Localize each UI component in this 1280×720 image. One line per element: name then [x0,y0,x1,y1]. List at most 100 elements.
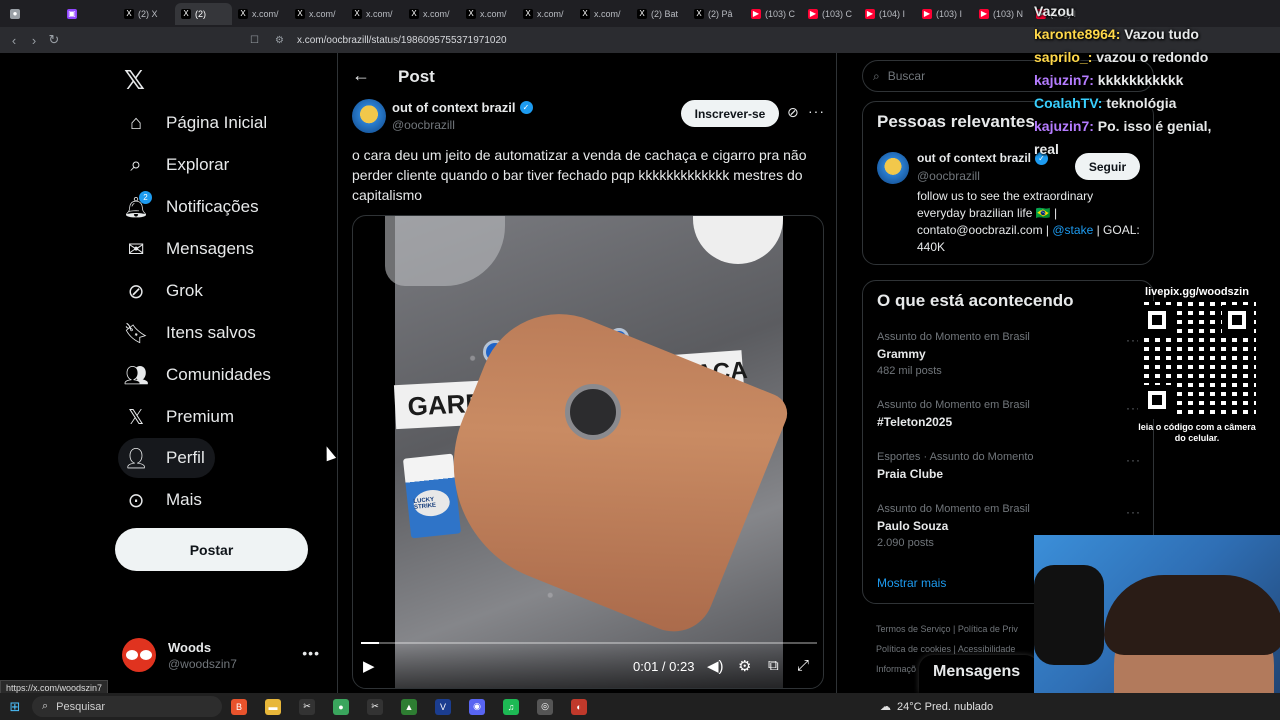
browser-tab[interactable]: Xx.com/ [517,3,574,25]
nav-item-mensagens[interactable]: ✉ Mensagens [118,229,264,269]
reload-icon[interactable]: ↻ [44,30,64,50]
account-switcher[interactable]: Woods @woodszin7 ••• [122,635,332,675]
author-handle[interactable]: @oocbrazill [392,118,533,132]
capcut-icon[interactable]: ✂ [290,693,324,720]
browser-tab[interactable]: Xx.com/ [346,3,403,25]
nav-item-itens-salvos[interactable]: 🔖︎ Itens salvos [118,313,266,353]
browser-tab[interactable]: Xx.com/ [574,3,631,25]
nav-item-premium[interactable]: 𝕏 Premium [118,397,244,437]
browser-tab[interactable]: Xx.com/ [289,3,346,25]
browser-tab[interactable]: X (2) Pâ [688,3,745,25]
trend-title: Paulo Souza [877,519,949,533]
nav-item-perfil[interactable]: 👤︎ Perfil [118,438,215,478]
browser-tab[interactable]: Xx.com/ [460,3,517,25]
browser-tab[interactable]: X (2) Bat [631,3,688,25]
messages-drawer[interactable]: Mensagens [919,655,1039,693]
browser-tab-label: x.com/ [423,8,450,19]
browser-tab-label: (104) I [879,8,906,19]
fullscreen-icon[interactable]: ⤢ [797,657,809,674]
steam-icon[interactable]: ◎ [528,693,562,720]
video-controls: ▶ 0:01 / 0:23 ◀) ⚙ ⧉ ⤢ [353,642,823,688]
chat-text: Vazou [1034,3,1075,19]
trend-item[interactable]: Assunto do Momento em Brasil Grammy 482 mi… [877,331,1141,377]
chrome-icon[interactable]: ● [324,693,358,720]
site-info-icon[interactable]: ⚙ [275,35,289,46]
browser-tab[interactable]: ▣ [61,3,118,25]
footer-link-line[interactable]: Termos de Serviço | Política de Priv [876,619,1056,639]
x-logo-icon[interactable]: 𝕏 [124,65,145,96]
capcut-icon[interactable]: ✂ [358,693,392,720]
picture-in-picture-icon[interactable]: ⧉ [768,657,779,674]
browser-tab[interactable]: ▶ (103) C [745,3,802,25]
relevant-bio: follow us to see the extraordinary every… [917,188,1145,256]
more-dots-icon[interactable]: ··· [1126,453,1141,467]
twitch-icon: ▣ [67,8,77,19]
obs-icon[interactable]: ◐ [562,693,596,720]
video-arm [417,290,794,644]
browser-tab[interactable]: X (2) [175,2,232,25]
account-name: Woods [168,639,212,655]
subscribe-button[interactable]: Inscrever-se [681,100,779,127]
grok-icon: ⊘ [127,280,145,303]
vegas-icon[interactable]: V [426,693,460,720]
nav-item-grok[interactable]: ⊘ Grok [118,271,213,311]
browser-tab[interactable]: X (2) X [118,3,175,25]
spotify-icon[interactable]: ♫ [494,693,528,720]
x-icon: X [295,8,305,19]
relevant-name[interactable]: out of context brazil [917,151,1031,165]
relevant-avatar[interactable] [877,152,909,184]
chat-username: saprilo_: [1034,49,1093,65]
settings-gear-icon[interactable]: ⚙ [738,657,751,675]
windows-start-icon[interactable]: ⊞ [0,693,30,720]
video-frame: GARRO CACHAÇA LUCKY STRIKE [385,216,794,688]
browser-tab[interactable]: ▶ (103) C [802,3,859,25]
back-arrow-icon[interactable]: ‹ [4,30,24,50]
discord-icon[interactable]: ◉ [460,693,494,720]
drive-icon[interactable]: ▲ [392,693,426,720]
volume-icon[interactable]: ◀) [707,657,724,675]
back-arrow-icon[interactable]: ← [352,65,370,86]
nav-item-mais[interactable]: ⊙ Mais [118,480,212,520]
taskbar-search[interactable]: ⌕ Pesquisar [32,696,222,717]
author-block[interactable]: out of context brazil ✓ @oocbrazill [392,100,533,132]
nav-item-explorar[interactable]: ⌕ Explorar [118,145,239,185]
trend-item[interactable]: Esportes · Assunto do Momento Praia Clube… [877,451,1141,481]
nav-item-label: Perfil [166,448,205,467]
trend-item[interactable]: Assunto do Momento em Brasil #Teleton2025… [877,399,1141,429]
video-pack-label: LUCKY STRIKE [412,488,451,518]
video-progress-bar[interactable] [361,642,817,644]
trend-category: Assunto do Momento em Brasil [877,503,1030,515]
nav-item-label: Mais [166,490,202,509]
brave-icon[interactable]: B [222,693,256,720]
browser-tab[interactable]: ● [4,3,61,25]
more-dots-icon[interactable]: ··· [1126,505,1141,519]
grok-icon[interactable]: ⊘ [787,104,799,121]
taskbar-weather[interactable]: ☁ 24°C Pred. nublado [880,693,993,720]
nav-item-comunidades[interactable]: 👥︎ Comunidades [118,355,281,395]
trend-category: Assunto do Momento em Brasil [877,399,1030,411]
show-more-link[interactable]: Mostrar mais [877,576,946,590]
bookmark-star-icon[interactable]: ☐ [250,35,259,46]
author-avatar[interactable] [352,99,386,133]
url-field[interactable]: ☐ ⚙ x.com/oocbrazill/status/198609575537… [250,30,990,50]
browser-tab[interactable]: Xx.com/ [232,3,289,25]
post-button[interactable]: Postar [115,528,308,571]
author-name[interactable]: out of context brazil [392,100,516,115]
more-dots-icon[interactable]: ··· [808,103,825,119]
nav-item-p-gina-inicial[interactable]: ⌂ Página Inicial [118,103,277,143]
forward-arrow-icon[interactable]: › [24,30,44,50]
search-icon: ⌕ [42,700,49,712]
relevant-handle[interactable]: @oocbrazill [917,169,980,183]
browser-tab[interactable]: ▶ (103) N [973,3,1030,25]
play-icon[interactable]: ▶ [363,657,375,675]
more-dots-icon[interactable]: ••• [302,645,320,661]
nav-item-notifica-es[interactable]: 🔔︎ 2 Notificações [118,187,269,227]
post-text: o cara deu um jeito de automatizar a ven… [352,147,807,203]
browser-tab[interactable]: Xx.com/ [403,3,460,25]
browser-tab[interactable]: ▶ (104) I [859,3,916,25]
browser-tab[interactable]: ▶ (103) I [916,3,973,25]
search-placeholder: Buscar [887,69,926,83]
file-explorer-icon[interactable]: ▬ [256,693,290,720]
video-player[interactable]: GARRO CACHAÇA LUCKY STRIKE ▶ 0:01 / 0:23… [352,215,824,689]
bio-link[interactable]: @stake [1052,223,1093,237]
